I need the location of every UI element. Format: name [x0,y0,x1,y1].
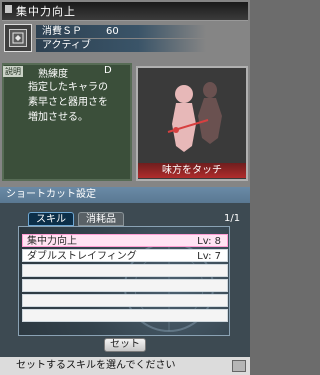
tab-consumables[interactable]: 消耗品 [78,212,124,226]
skill-icon-glyph [9,29,27,47]
empty-skill-slot[interactable] [22,309,228,322]
skill-name: ダブルストレイフィング [27,251,137,262]
skill-list-item[interactable]: 集中力向上 Lv: 8 [22,234,228,247]
hint-bar: セットするスキルを選んでください [0,357,250,375]
hint-text: セットするスキルを選んでください [16,360,176,371]
set-button[interactable]: セット [104,338,146,352]
tab-skill[interactable]: スキル [28,212,74,226]
mastery-value: D [104,65,112,76]
skill-icon [4,24,32,52]
description-tab: 説明 [3,66,23,77]
sp-value: 60 [106,26,119,37]
empty-skill-slot[interactable] [22,264,228,277]
skill-list-item[interactable]: ダブルストレイフィング Lv: 7 [22,249,228,262]
page-indicator: 1/1 [224,213,241,224]
shortcut-settings-title: ショートカット設定 [6,189,96,200]
hint-bar-icon [232,360,246,372]
skill-type: アクティブ [42,40,91,51]
skill-name: 集中力向上 [27,236,77,247]
touch-ally-prompt: 味方をタッチ [138,163,246,178]
skill-level: Lv: 7 [197,251,221,262]
sp-label: 消費ＳＰ [42,26,82,37]
skill-title: 集中力向上 [16,5,76,18]
sp-cost-row: 消費ＳＰ 60 [36,25,206,38]
skill-type-row: アクティブ [36,39,206,52]
skill-description: 指定したキャラの 素早さと器用さを 増加させる。 [28,82,108,123]
mastery-label: 熟練度 [38,69,68,80]
skill-level: Lv: 8 [197,236,221,247]
title-marker-icon [5,5,12,13]
empty-skill-slot[interactable] [22,279,228,292]
empty-skill-slot[interactable] [22,294,228,307]
character-silhouette-icon [167,82,222,152]
shortcut-settings-header: ショートカット設定 [0,187,250,203]
